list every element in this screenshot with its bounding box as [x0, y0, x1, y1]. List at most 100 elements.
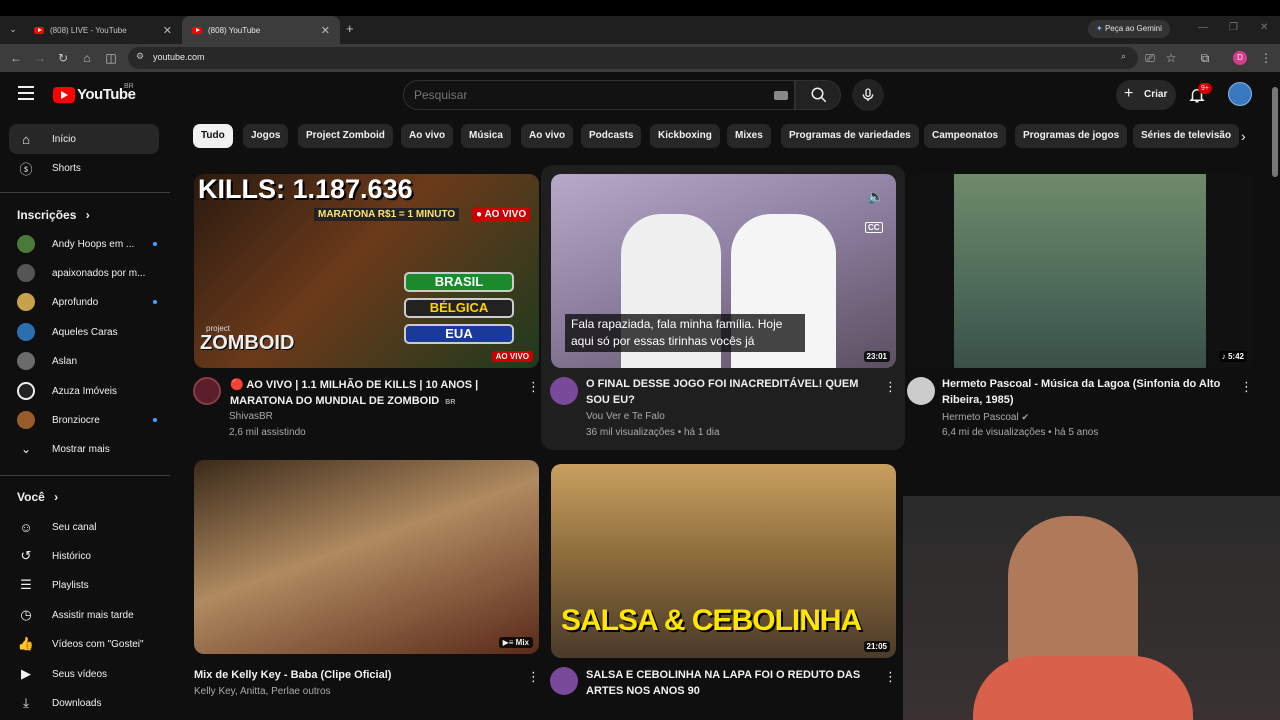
sub-item[interactable]: Azuza Imóveis: [9, 377, 159, 405]
sub-item[interactable]: Andy Hoops em ...: [9, 230, 159, 258]
zoom-icon[interactable]: ⌕: [1121, 51, 1126, 62]
browser-tab-live[interactable]: (808) LIVE - YouTube ✕: [24, 16, 182, 44]
video-thumbnail[interactable]: KILLS: 1.187.636 MARATONA R$1 = 1 MINUTO…: [194, 174, 539, 368]
cast-icon[interactable]: ⎚: [1142, 50, 1158, 66]
more-options-icon[interactable]: ⋮: [527, 669, 540, 685]
video-thumbnail[interactable]: 🔈 CC Fala rapaziada, fala minha família.…: [551, 174, 896, 368]
chip[interactable]: Kickboxing: [650, 124, 720, 148]
sidebar-item-watch-later[interactable]: ◷ Assistir mais tarde: [9, 600, 159, 630]
search-button[interactable]: [795, 80, 841, 110]
more-options-icon[interactable]: ⋮: [884, 669, 897, 685]
extensions-icon[interactable]: ⧉: [1197, 50, 1213, 66]
sidebar-item-your-channel[interactable]: ☺ Seu canal: [9, 512, 159, 542]
gemini-button[interactable]: ✦ Peça ao Gemini: [1088, 20, 1170, 38]
sidebar-item-history[interactable]: ↺ Histórico: [9, 541, 159, 571]
channel-avatar[interactable]: [193, 377, 221, 405]
sidebar-item-label: Playlists: [52, 579, 89, 591]
home-icon[interactable]: ⌂: [79, 50, 95, 66]
video-title[interactable]: SALSA E CEBOLINHA NA LAPA FOI O REDUTO D…: [586, 667, 876, 699]
new-tab-button[interactable]: +: [346, 21, 354, 36]
youtube-logo-icon[interactable]: [53, 87, 75, 103]
more-options-icon[interactable]: ⋮: [1240, 379, 1253, 395]
sidebar-item-playlists[interactable]: ☰ Playlists: [9, 570, 159, 600]
streamer-shirt: [973, 656, 1193, 720]
more-options-icon[interactable]: ⋮: [884, 379, 897, 395]
sub-item[interactable]: Aprofundo: [9, 288, 159, 316]
chip[interactable]: Ao vivo: [401, 124, 454, 148]
subscriptions-heading[interactable]: Inscrições ›: [17, 208, 90, 222]
chip[interactable]: Programas de jogos: [1015, 124, 1128, 148]
you-heading[interactable]: Você ›: [17, 490, 58, 504]
chip[interactable]: Podcasts: [581, 124, 642, 148]
notifications-button[interactable]: 9+: [1188, 83, 1212, 106]
channel-avatar[interactable]: [550, 667, 578, 695]
video-thumbnail[interactable]: ♪ 5:42: [908, 174, 1253, 368]
voice-search-button[interactable]: [852, 79, 884, 111]
site-info-icon[interactable]: ⚙: [136, 51, 144, 62]
sub-item[interactable]: Bronziocre: [9, 406, 159, 434]
video-title[interactable]: O FINAL DESSE JOGO FOI INACREDITÁVEL! QU…: [586, 376, 876, 408]
video-title[interactable]: Mix de Kelly Key - Baba (Clipe Oficial): [194, 667, 514, 683]
bookmark-star-icon[interactable]: ☆: [1163, 50, 1179, 66]
chip[interactable]: Jogos: [243, 124, 289, 148]
sub-item[interactable]: Aqueles Caras: [9, 318, 159, 346]
mute-icon[interactable]: 🔈: [867, 188, 884, 205]
browser-menu-icon[interactable]: ⋮: [1258, 50, 1274, 66]
account-avatar[interactable]: [1228, 82, 1252, 106]
chips-next-icon[interactable]: ›: [1241, 124, 1257, 148]
close-tab-icon[interactable]: ✕: [163, 24, 172, 37]
browser-tab-youtube[interactable]: (808) YouTube ✕: [182, 16, 340, 44]
chip[interactable]: Programas de variedades: [781, 124, 919, 148]
profile-avatar[interactable]: D: [1233, 51, 1247, 65]
tab-search-icon[interactable]: ⌄: [6, 22, 20, 36]
page-scrollbar[interactable]: [1272, 87, 1278, 177]
guide-menu-icon[interactable]: [18, 86, 34, 100]
sidebar-item-your-videos[interactable]: ▶ Seus vídeos: [9, 659, 159, 689]
reload-icon[interactable]: ↻: [55, 50, 71, 66]
sub-item[interactable]: apaixonados por m...: [9, 259, 159, 287]
keyboard-icon[interactable]: [774, 91, 788, 100]
channel-avatar[interactable]: [550, 377, 578, 405]
more-options-icon[interactable]: ⋮: [527, 379, 540, 395]
channel-name[interactable]: Vou Ver e Te Falo: [586, 409, 665, 425]
sidebar-item-shorts[interactable]: ⓢ Shorts: [9, 153, 159, 183]
chip[interactable]: Mixes: [727, 124, 771, 148]
forward-icon[interactable]: →: [32, 50, 48, 66]
minimize-window-icon[interactable]: —: [1198, 22, 1208, 33]
microphone-icon: [862, 88, 874, 101]
chip[interactable]: Música: [461, 124, 511, 148]
search-box[interactable]: [403, 80, 795, 110]
channel-name[interactable]: ShivasBR: [229, 409, 273, 425]
captions-icon[interactable]: CC: [865, 222, 883, 233]
split-view-icon[interactable]: ◫: [103, 50, 119, 66]
video-title[interactable]: Hermeto Pascoal - Música da Lagoa (Sinfo…: [942, 376, 1232, 408]
back-icon[interactable]: ←: [8, 50, 24, 66]
close-tab-icon[interactable]: ✕: [321, 24, 330, 37]
show-more-button[interactable]: ⌄ Mostrar mais: [9, 435, 159, 463]
show-more-label: Mostrar mais: [52, 443, 110, 455]
close-window-icon[interactable]: ✕: [1260, 22, 1268, 33]
sidebar-item-liked-videos[interactable]: 👍 Vídeos com "Gostei": [9, 629, 159, 659]
url-bar[interactable]: ⚙ youtube.com ⌕: [128, 47, 1138, 69]
video-duration: ♪ 5:42: [1218, 351, 1247, 362]
restore-window-icon[interactable]: ❐: [1229, 22, 1238, 33]
video-title[interactable]: 🔴 AO VIVO | 1.1 MILHÃO DE KILLS | 10 ANO…: [230, 377, 520, 411]
chip[interactable]: Project Zomboid: [298, 124, 393, 148]
sidebar-item-home[interactable]: ⌂ Início: [9, 124, 159, 154]
search-input[interactable]: [414, 88, 714, 102]
create-button[interactable]: + Criar: [1116, 80, 1176, 110]
sidebar-item-downloads[interactable]: ⤓ Downloads: [9, 688, 159, 718]
chip[interactable]: Tudo: [193, 124, 233, 148]
sub-item[interactable]: Aslan: [9, 347, 159, 375]
channel-name[interactable]: Hermeto Pascoal ✔: [942, 409, 1029, 426]
download-icon: ⤓: [23, 695, 29, 710]
thumb-maratona-text: MARATONA R$1 = 1 MINUTO: [314, 208, 460, 221]
mix-label: Mix: [515, 638, 529, 647]
channel-avatar[interactable]: [907, 377, 935, 405]
chip[interactable]: Campeonatos: [924, 124, 1007, 148]
chip[interactable]: Séries de televisão: [1133, 124, 1240, 148]
channel-name[interactable]: Kelly Key, Anitta, Perlae outros: [194, 684, 331, 700]
video-thumbnail[interactable]: SALSA & CEBOLINHA 21:05: [551, 464, 896, 658]
chip[interactable]: Ao vivo: [521, 124, 574, 148]
video-thumbnail[interactable]: ▶≡ Mix: [194, 460, 539, 654]
